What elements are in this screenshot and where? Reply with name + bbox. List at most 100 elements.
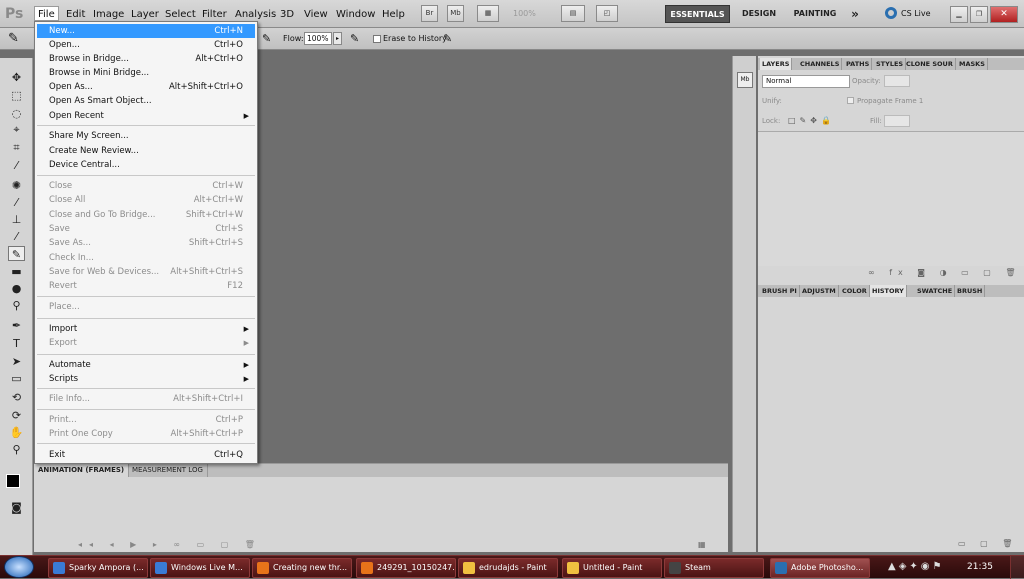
file-menu-item[interactable]: Save for Web & Devices... Alt+Shift+Ctrl+… <box>37 265 255 279</box>
bridge-button[interactable]: Br <box>421 5 438 22</box>
brush-tool-icon[interactable]: ⁄ <box>8 195 25 210</box>
file-menu-item[interactable]: Print... Ctrl+P <box>37 413 255 427</box>
file-menu-item[interactable]: Save As... Shift+Ctrl+S <box>37 236 255 250</box>
move-tool-icon[interactable]: ✥ <box>8 70 25 85</box>
flow-input[interactable]: 100% <box>304 32 332 45</box>
workspace-essentials[interactable]: ESSENTIALS <box>665 5 730 23</box>
blur-tool-icon[interactable]: ● <box>8 281 25 296</box>
animation-convert-icon[interactable]: ▦ <box>698 540 706 549</box>
file-menu-item[interactable]: New... Ctrl+N <box>37 24 255 38</box>
taskbar-item[interactable]: Creating new thr... <box>252 558 352 578</box>
tab-brush-presets[interactable]: BRUSH PI <box>760 285 800 297</box>
tab-measurement-log[interactable]: MEASUREMENT LOG <box>128 464 208 477</box>
airbrush-icon[interactable]: ✎ <box>262 32 271 45</box>
file-menu-item[interactable]: Place... <box>37 300 255 314</box>
file-menu-item[interactable]: Revert F12 <box>37 279 255 293</box>
fill-input[interactable] <box>884 115 910 127</box>
opacity-input[interactable] <box>884 75 910 87</box>
tab-history[interactable]: HISTORY <box>870 285 907 297</box>
file-menu-item[interactable]: Automate ▶ <box>37 358 255 372</box>
more-workspaces-button[interactable]: » <box>848 5 862 23</box>
file-menu-item[interactable]: Scripts ▶ <box>37 372 255 386</box>
file-menu-item[interactable]: Open As Smart Object... <box>37 94 255 108</box>
file-menu-item[interactable]: Import ▶ <box>37 322 255 336</box>
file-menu-item[interactable]: Browse in Mini Bridge... <box>37 66 255 80</box>
marquee-tool-icon[interactable]: ⬚ <box>8 88 25 103</box>
airbrush-toggle-icon[interactable]: ✎ <box>350 32 359 45</box>
dodge-tool-icon[interactable]: ⚲ <box>8 298 25 313</box>
mini-bridge-panel-icon[interactable]: Mb <box>737 72 753 88</box>
tab-layers[interactable]: LAYERS <box>760 58 793 70</box>
minimize-button[interactable]: ▁ <box>950 6 968 23</box>
file-menu-item[interactable]: Open... Ctrl+O <box>37 38 255 52</box>
file-menu-item[interactable]: Open As... Alt+Shift+Ctrl+O <box>37 80 255 94</box>
file-menu-item[interactable]: Share My Screen... <box>37 129 255 143</box>
taskbar-item[interactable]: Windows Live M... <box>150 558 250 578</box>
view-extras-button[interactable]: ▦ <box>477 5 499 22</box>
file-menu-item[interactable]: Close Ctrl+W <box>37 179 255 193</box>
start-button[interactable] <box>4 556 34 578</box>
pen-tool-icon[interactable]: ✒ <box>8 318 25 333</box>
spot-healing-tool-icon[interactable]: ✺ <box>8 178 25 193</box>
taskbar-item[interactable]: 249291_10150247... <box>356 558 456 578</box>
propagate-frame-checkbox[interactable] <box>847 97 854 104</box>
type-tool-icon[interactable]: T <box>8 336 25 351</box>
quick-selection-tool-icon[interactable]: ⌖ <box>8 122 25 137</box>
mini-bridge-button[interactable]: Mb <box>447 5 464 22</box>
menu-view[interactable]: View <box>301 7 331 22</box>
lock-icons[interactable]: □✎✥🔒 <box>788 116 835 125</box>
file-menu-item[interactable]: Device Central... <box>37 158 255 172</box>
flow-dropdown-arrow-icon[interactable]: ▸ <box>333 32 342 45</box>
restore-button[interactable]: ❐ <box>970 6 988 23</box>
menu-select[interactable]: Select <box>162 7 199 22</box>
menu-edit[interactable]: Edit <box>63 7 88 22</box>
eraser-tool-preset-icon[interactable]: ✎ <box>8 31 19 46</box>
3d-rotate-tool-icon[interactable]: ⟲ <box>8 390 25 405</box>
file-menu-item[interactable]: Print One Copy Alt+Shift+Ctrl+P <box>37 427 255 441</box>
file-menu-item[interactable]: Export ▶ <box>37 336 255 350</box>
file-menu-item[interactable]: Open Recent ▶ <box>37 109 255 123</box>
tablet-pressure-icon[interactable]: ✎ <box>443 32 452 45</box>
clone-stamp-tool-icon[interactable]: ⊥ <box>8 212 25 227</box>
history-footer-icons[interactable]: ▭ ▢ 🗑 <box>958 539 1018 548</box>
tab-color[interactable]: COLOR <box>840 285 870 297</box>
workspace-design[interactable]: DESIGN <box>738 5 780 23</box>
menu-window[interactable]: Window <box>333 7 378 22</box>
eyedropper-tool-icon[interactable]: ⁄ <box>8 158 25 173</box>
menu-image[interactable]: Image <box>90 7 127 22</box>
tab-masks[interactable]: MASKS <box>957 58 988 70</box>
tab-adjustments[interactable]: ADJUSTM <box>800 285 839 297</box>
file-menu-item[interactable]: Create New Review... <box>37 144 255 158</box>
animation-playback-controls[interactable]: ◂◂ ◂ ▶ ▸ ∞ ▭ ▢ 🗑 <box>78 540 262 549</box>
menu-help[interactable]: Help <box>379 7 408 22</box>
screen-mode-button[interactable]: ◰ <box>596 5 618 22</box>
tab-paths[interactable]: PATHS <box>844 58 873 70</box>
menu-file[interactable]: File <box>34 6 59 21</box>
quick-mask-icon[interactable]: ◙ <box>8 500 25 515</box>
tab-animation-frames[interactable]: ANIMATION (FRAMES) <box>34 464 130 477</box>
lasso-tool-icon[interactable]: ◌ <box>8 106 25 121</box>
show-desktop-button[interactable] <box>1010 556 1024 579</box>
history-brush-tool-icon[interactable]: ⁄ <box>8 229 25 244</box>
file-menu-item[interactable]: Exit Ctrl+Q <box>37 448 255 462</box>
tab-clone-source[interactable]: CLONE SOUR <box>904 58 956 70</box>
3d-orbit-tool-icon[interactable]: ⟳ <box>8 408 25 423</box>
taskbar-item[interactable]: Adobe Photosho... <box>770 558 870 578</box>
gradient-tool-icon[interactable]: ▬ <box>8 264 25 279</box>
hand-tool-icon[interactable]: ✋ <box>8 425 25 440</box>
close-window-button[interactable]: ✕ <box>990 6 1018 23</box>
file-menu-item[interactable]: Close and Go To Bridge... Shift+Ctrl+W <box>37 208 255 222</box>
tab-channels[interactable]: CHANNELS <box>798 58 843 70</box>
arrange-documents-button[interactable]: ▤ <box>561 5 585 22</box>
file-menu-item[interactable]: File Info... Alt+Shift+Ctrl+I <box>37 392 255 406</box>
tab-styles[interactable]: STYLES <box>874 58 907 70</box>
layers-footer-icons[interactable]: ∞ fx ◙ ◑ ▭ ▢ 🗑 <box>868 268 1022 277</box>
blend-mode-select[interactable]: Normal <box>762 75 850 88</box>
erase-to-history-checkbox[interactable] <box>373 35 381 43</box>
taskbar-item[interactable]: Sparky Ampora (... <box>48 558 148 578</box>
system-tray-icons[interactable]: ▲◈✦◉⚑ <box>888 561 944 572</box>
menu-analysis[interactable]: Analysis <box>232 7 279 22</box>
cs-live-button[interactable]: CS Live <box>901 9 931 18</box>
taskbar-item[interactable]: Untitled - Paint <box>562 558 662 578</box>
file-menu-item[interactable]: Save Ctrl+S <box>37 222 255 236</box>
